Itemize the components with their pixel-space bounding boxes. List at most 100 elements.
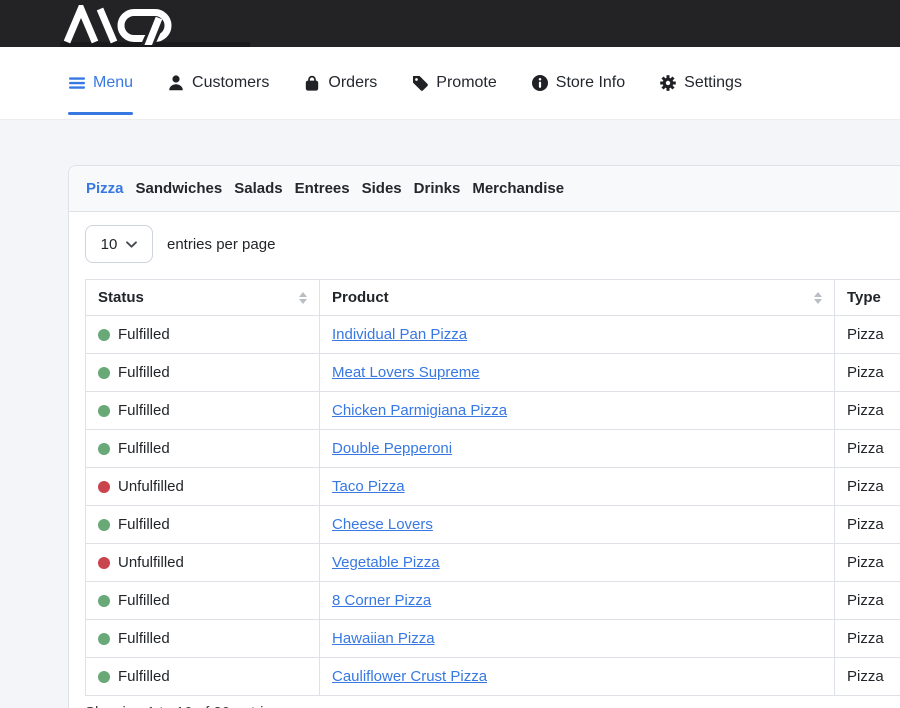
nav-item-promote[interactable]: Promote (411, 47, 496, 119)
product-link[interactable]: Meat Lovers Supreme (332, 364, 480, 381)
status-text: Unfulfilled (118, 554, 184, 571)
entries-per-page-select[interactable]: 10 (85, 225, 153, 263)
sort-icon[interactable] (814, 292, 822, 304)
nav-label: Promote (436, 74, 496, 92)
product-cell: Meat Lovers Supreme (320, 354, 835, 392)
entries-control: 10 entries per page (85, 225, 900, 263)
type-cell: Pizza (835, 430, 900, 468)
nav-item-store-info[interactable]: Store Info (531, 47, 625, 119)
nav-label: Store Info (556, 74, 625, 92)
table-body: Fulfilled Individual Pan Pizza Pizza (86, 316, 900, 696)
entries-per-page-label: entries per page (167, 236, 275, 253)
product-link[interactable]: Cheese Lovers (332, 516, 433, 533)
products-table: Status Product (85, 279, 900, 696)
column-label: Product (332, 289, 389, 306)
status-dot (98, 481, 110, 493)
tag-icon (411, 74, 429, 92)
sort-icon[interactable] (299, 292, 307, 304)
type-text: Pizza (847, 668, 884, 685)
app-window: Menu Customers Orders Promote Store Info (0, 0, 900, 708)
tab-drinks[interactable]: Drinks (414, 180, 461, 197)
nav-item-settings[interactable]: Settings (659, 47, 742, 119)
card-body: 10 entries per page Status (69, 212, 900, 708)
info-icon (531, 74, 549, 92)
product-link[interactable]: 8 Corner Pizza (332, 592, 431, 609)
status-text: Fulfilled (118, 440, 170, 457)
nav-item-orders[interactable]: Orders (303, 47, 377, 119)
table-row: Fulfilled Meat Lovers Supreme Pizza (86, 354, 900, 392)
type-text: Pizza (847, 440, 884, 457)
table-row: Unfulfilled Taco Pizza Pizza (86, 468, 900, 506)
status-dot (98, 595, 110, 607)
tab-salads[interactable]: Salads (234, 180, 282, 197)
table-row: Fulfilled Cauliflower Crust Pizza Pizza (86, 658, 900, 696)
status-cell: Fulfilled (86, 354, 320, 392)
nav-label: Customers (192, 74, 269, 92)
type-text: Pizza (847, 364, 884, 381)
table-row: Fulfilled Double Pepperoni Pizza (86, 430, 900, 468)
table-row: Fulfilled Cheese Lovers Pizza (86, 506, 900, 544)
type-cell: Pizza (835, 582, 900, 620)
table-row: Unfulfilled Vegetable Pizza Pizza (86, 544, 900, 582)
tab-pizza[interactable]: Pizza (86, 180, 124, 197)
person-icon (167, 74, 185, 92)
tab-sandwiches[interactable]: Sandwiches (136, 180, 223, 197)
product-link[interactable]: Individual Pan Pizza (332, 326, 467, 343)
status-dot (98, 329, 110, 341)
column-header-status[interactable]: Status (86, 280, 320, 316)
product-cell: Vegetable Pizza (320, 544, 835, 582)
selected-entries-value: 10 (101, 236, 118, 253)
product-link[interactable]: Hawaiian Pizza (332, 630, 435, 647)
status-cell: Unfulfilled (86, 468, 320, 506)
product-cell: Cheese Lovers (320, 506, 835, 544)
product-link[interactable]: Cauliflower Crust Pizza (332, 668, 487, 685)
status-dot (98, 557, 110, 569)
status-dot (98, 519, 110, 531)
type-cell: Pizza (835, 506, 900, 544)
status-cell: Fulfilled (86, 430, 320, 468)
product-cell: Chicken Parmigiana Pizza (320, 392, 835, 430)
type-text: Pizza (847, 402, 884, 419)
table-row: Fulfilled Chicken Parmigiana Pizza Pizza (86, 392, 900, 430)
product-link[interactable]: Vegetable Pizza (332, 554, 440, 571)
tab-entrees[interactable]: Entrees (295, 180, 350, 197)
tab-merchandise[interactable]: Merchandise (472, 180, 564, 197)
product-cell: Taco Pizza (320, 468, 835, 506)
product-cell: 8 Corner Pizza (320, 582, 835, 620)
nav-item-menu[interactable]: Menu (68, 47, 133, 119)
hamburger-icon (68, 74, 86, 92)
main-nav: Menu Customers Orders Promote Store Info (0, 47, 900, 120)
column-header-product[interactable]: Product (320, 280, 835, 316)
status-cell: Unfulfilled (86, 544, 320, 582)
aiq-logo (64, 5, 176, 45)
product-link[interactable]: Chicken Parmigiana Pizza (332, 402, 507, 419)
nav-item-customers[interactable]: Customers (167, 47, 269, 119)
type-text: Pizza (847, 554, 884, 571)
product-cell: Double Pepperoni (320, 430, 835, 468)
gear-icon (659, 74, 677, 92)
entries-summary: Showing 1 to 10 of 20 entries (85, 704, 900, 708)
status-cell: Fulfilled (86, 620, 320, 658)
status-cell: Fulfilled (86, 658, 320, 696)
chevron-down-icon (126, 241, 137, 248)
type-cell: Pizza (835, 392, 900, 430)
product-link[interactable]: Double Pepperoni (332, 440, 452, 457)
type-cell: Pizza (835, 468, 900, 506)
column-header-type[interactable]: Type (835, 280, 900, 316)
status-text: Fulfilled (118, 326, 170, 343)
product-cell: Cauliflower Crust Pizza (320, 658, 835, 696)
table-row: Fulfilled Hawaiian Pizza Pizza (86, 620, 900, 658)
status-text: Unfulfilled (118, 478, 184, 495)
type-text: Pizza (847, 326, 884, 343)
type-cell: Pizza (835, 658, 900, 696)
column-label: Type (847, 289, 881, 306)
bag-icon (303, 74, 321, 92)
product-link[interactable]: Taco Pizza (332, 478, 405, 495)
type-text: Pizza (847, 592, 884, 609)
product-cell: Individual Pan Pizza (320, 316, 835, 354)
status-dot (98, 633, 110, 645)
type-cell: Pizza (835, 316, 900, 354)
tab-sides[interactable]: Sides (362, 180, 402, 197)
type-text: Pizza (847, 516, 884, 533)
type-text: Pizza (847, 630, 884, 647)
